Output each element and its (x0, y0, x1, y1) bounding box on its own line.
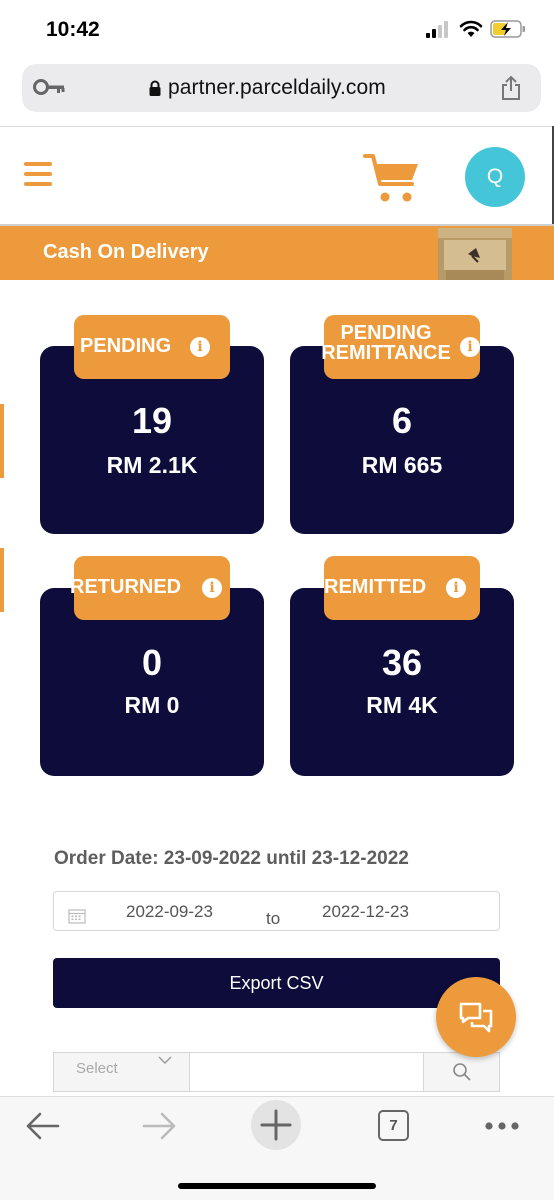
calendar-icon (68, 909, 86, 924)
url-bar[interactable]: partner.parceldaily.com (22, 64, 541, 112)
returned-label: RETURNED (70, 576, 182, 598)
side-tab[interactable] (0, 548, 4, 612)
pending-remittance-label-line2: REMITTANCE (321, 342, 451, 364)
date-until-input[interactable]: 2022-12-23 (322, 902, 409, 922)
chevron-down-icon (158, 1056, 172, 1064)
order-date-label: Order Date: 23-09-2022 until 23-12-2022 (54, 848, 409, 869)
pending-remittance-label-line1: PENDING (340, 322, 432, 344)
date-to-label: to (266, 909, 281, 928)
info-icon[interactable]: i (190, 337, 210, 357)
share-icon[interactable] (501, 75, 521, 101)
remitted-label: REMITTED (324, 576, 427, 598)
info-icon[interactable]: i (460, 337, 480, 357)
battery-charging-icon (490, 20, 525, 38)
pending-count: 19 (131, 400, 173, 441)
info-icon[interactable]: i (446, 578, 466, 598)
cart-icon[interactable] (362, 152, 422, 204)
parcel-box-illustration (438, 228, 512, 280)
date-range-picker[interactable]: 2022-09-23 to 2022-12-23 (53, 891, 500, 931)
tab-count: 7 (389, 1117, 398, 1134)
returned-amount: RM 0 (124, 692, 180, 718)
remitted-amount: RM 4K (366, 692, 438, 718)
remitted-count: 36 (381, 642, 423, 683)
more-icon[interactable] (484, 1121, 520, 1131)
chat-icon (459, 1002, 493, 1033)
date-from-input[interactable]: 2022-09-23 (126, 902, 213, 922)
pending-remittance-amount: RM 665 (361, 452, 443, 478)
search-icon (453, 1063, 471, 1081)
back-arrow-icon[interactable] (24, 1109, 62, 1143)
home-indicator (178, 1183, 376, 1189)
status-time: 10:42 (46, 18, 100, 41)
avatar[interactable]: Q (465, 147, 525, 207)
new-tab-button[interactable] (251, 1100, 301, 1150)
pending-label: PENDING (80, 335, 172, 357)
returned-tab[interactable]: RETURNED i (70, 556, 230, 620)
search-filter-row: Select (53, 1052, 500, 1092)
search-button[interactable] (423, 1053, 499, 1091)
export-csv-button[interactable]: Export CSV (53, 958, 500, 1008)
wifi-icon (459, 20, 483, 37)
remitted-tab[interactable]: REMITTED i (324, 556, 480, 620)
search-input[interactable] (191, 1053, 423, 1091)
page-title: Cash On Delivery (43, 241, 209, 263)
forward-arrow-icon[interactable] (140, 1109, 178, 1143)
filter-select[interactable]: Select (54, 1053, 190, 1091)
pending-remittance-tab[interactable]: PENDING REMITTANCE i (321, 315, 480, 379)
side-tab[interactable] (0, 404, 4, 478)
tab-count-button[interactable]: 7 (378, 1110, 409, 1141)
pending-tab[interactable]: PENDING i (74, 315, 230, 379)
url-text[interactable]: partner.parceldaily.com (168, 76, 386, 100)
status-icons (426, 20, 526, 42)
select-placeholder: Select (76, 1060, 118, 1077)
cellular-signal-icon (426, 20, 452, 38)
pending-amount: RM 2.1K (106, 452, 198, 478)
hamburger-menu-icon[interactable] (24, 162, 52, 186)
plus-icon (260, 1109, 292, 1141)
cod-banner: Cash On Delivery (0, 226, 554, 280)
info-icon[interactable]: i (202, 578, 222, 598)
returned-count: 0 (141, 642, 163, 683)
pending-remittance-label: PENDING REMITTANCE (308, 323, 464, 363)
pending-remittance-count: 6 (391, 400, 413, 441)
lock-icon (149, 80, 161, 96)
key-icon[interactable] (32, 76, 66, 98)
chat-button[interactable] (436, 977, 516, 1057)
